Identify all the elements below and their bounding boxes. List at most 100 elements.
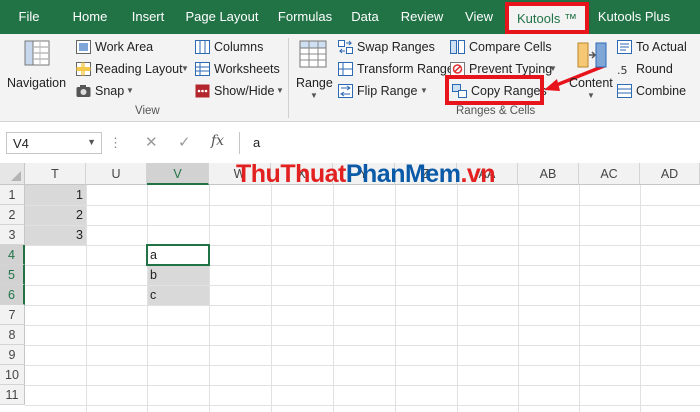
navigation-pane-icon: [24, 40, 50, 69]
content-dropdown-icon[interactable]: ▼: [587, 91, 595, 100]
range-button[interactable]: Range ▼: [293, 38, 335, 102]
view-group-label: View: [135, 105, 160, 117]
gridline: [25, 225, 700, 226]
reading-layout-icon: [76, 62, 91, 76]
gridline: [640, 185, 641, 412]
combine-icon: [617, 84, 632, 98]
swap-ranges-label: Swap Ranges: [357, 40, 435, 54]
range-grid-icon: [299, 40, 327, 71]
column-header-u[interactable]: U: [86, 163, 147, 185]
row-header-6[interactable]: 6: [0, 285, 25, 305]
insert-function-icon[interactable]: fx: [211, 133, 224, 149]
compare-cells-label: Compare Cells: [469, 40, 552, 54]
formula-bar-splitter[interactable]: ⋮: [109, 135, 122, 151]
content-button[interactable]: Content ▼: [568, 38, 616, 102]
tab-insert[interactable]: Insert: [124, 0, 172, 34]
tab-home[interactable]: Home: [66, 0, 114, 34]
content-label: Content: [569, 76, 613, 90]
gridline: [25, 305, 700, 306]
row-header-10[interactable]: 10: [0, 365, 25, 385]
select-all-button[interactable]: [0, 163, 25, 185]
tab-page-layout[interactable]: Page Layout: [182, 0, 262, 34]
enter-icon[interactable]: ✓: [178, 133, 191, 151]
column-header-ad[interactable]: AD: [640, 163, 700, 185]
gridline: [25, 405, 700, 406]
cell-t1[interactable]: 1: [25, 185, 86, 205]
row-header-8[interactable]: 8: [0, 325, 25, 345]
content-icon: [577, 40, 607, 73]
combine-label: Combine: [636, 84, 687, 98]
transform-range-label: Transform Range: [357, 62, 454, 76]
row-header-5[interactable]: 5: [0, 265, 25, 285]
cell-v4[interactable]: a: [147, 245, 209, 265]
row-header-11[interactable]: 11: [0, 385, 25, 405]
prevent-typing-icon: [450, 62, 465, 76]
snap-label: Snap: [95, 84, 125, 98]
gridline: [25, 345, 700, 346]
row-header-7[interactable]: 7: [0, 305, 25, 325]
site-watermark: ThuThuatPhanMem.vn: [236, 160, 496, 189]
tab-file[interactable]: File: [8, 0, 50, 34]
work-area-label: Work Area: [95, 40, 154, 54]
gridline: [86, 185, 87, 412]
show-hide-dropdown-icon[interactable]: ▼: [276, 81, 284, 101]
column-header-ac[interactable]: AC: [579, 163, 640, 185]
row-header-2[interactable]: 2: [0, 205, 25, 225]
round-icon: .5: [617, 62, 632, 77]
row-header-4[interactable]: 4: [0, 245, 25, 265]
worksheets-label: Worksheets: [214, 62, 280, 76]
show-hide-label: Show/Hide: [214, 84, 275, 98]
tab-kutools-plus[interactable]: Kutools Plus: [592, 0, 676, 34]
gridline: [25, 285, 700, 286]
cell-v5[interactable]: b: [147, 265, 209, 285]
column-header-ab[interactable]: AB: [518, 163, 579, 185]
gridline: [25, 325, 700, 326]
cell-t3[interactable]: 3: [25, 225, 86, 245]
snap-dropdown-icon[interactable]: ▼: [126, 81, 134, 101]
gridline: [518, 185, 519, 412]
watermark-part-3: .vn: [460, 160, 496, 188]
chevron-down-icon[interactable]: ▼: [87, 137, 96, 147]
watermark-part-1: ThuThuat: [236, 160, 346, 188]
row-header-9[interactable]: 9: [0, 345, 25, 365]
reading-layout-dropdown-icon[interactable]: ▼: [181, 59, 189, 79]
ranges-cells-group-label: Ranges & Cells: [456, 105, 536, 117]
cell-v6[interactable]: c: [147, 285, 209, 305]
cancel-icon[interactable]: ✕: [145, 133, 158, 151]
formula-bar: V4 ▼ ⋮ ✕ ✓ fx a: [0, 128, 700, 158]
cell-t2[interactable]: 2: [25, 205, 86, 225]
swap-ranges-icon: [338, 40, 353, 54]
tab-review[interactable]: Review: [396, 0, 448, 34]
camera-icon: [76, 84, 91, 98]
tab-view[interactable]: View: [458, 0, 500, 34]
tab-data[interactable]: Data: [345, 0, 385, 34]
gridline: [395, 185, 396, 412]
range-dropdown-icon[interactable]: ▼: [310, 91, 318, 100]
row-header-3[interactable]: 3: [0, 225, 25, 245]
worksheet-grid: T U V W X Y Z AA AB AC AD 1 2 3 4 5 6 7 …: [0, 163, 700, 412]
row-header-1[interactable]: 1: [0, 185, 25, 205]
tab-formulas[interactable]: Formulas: [273, 0, 337, 34]
formula-input[interactable]: a: [239, 132, 700, 154]
columns-label: Columns: [214, 40, 264, 54]
flip-range-dropdown-icon[interactable]: ▼: [420, 81, 428, 101]
show-hide-icon: [195, 84, 210, 98]
column-header-t[interactable]: T: [25, 163, 86, 185]
compare-cells-icon: [450, 40, 465, 54]
name-box[interactable]: V4 ▼: [6, 132, 102, 154]
flip-range-icon: [338, 84, 353, 98]
to-actual-icon: [617, 40, 632, 54]
range-label: Range: [296, 76, 333, 90]
name-box-value: V4: [13, 136, 29, 151]
reading-layout-label: Reading Layout: [95, 62, 183, 76]
kutools-tab-highlight: [505, 2, 589, 34]
ribbon-tab-bar: File Home Insert Page Layout Formulas Da…: [0, 0, 700, 34]
navigation-button[interactable]: Navigation: [4, 38, 68, 100]
transform-range-icon: [338, 62, 353, 76]
flip-range-label: Flip Range: [357, 84, 418, 98]
work-area-icon: [76, 40, 91, 54]
round-label: Round: [636, 62, 673, 76]
formula-input-value: a: [253, 135, 261, 150]
navigation-label: Navigation: [7, 76, 67, 90]
column-header-v[interactable]: V: [147, 163, 209, 185]
